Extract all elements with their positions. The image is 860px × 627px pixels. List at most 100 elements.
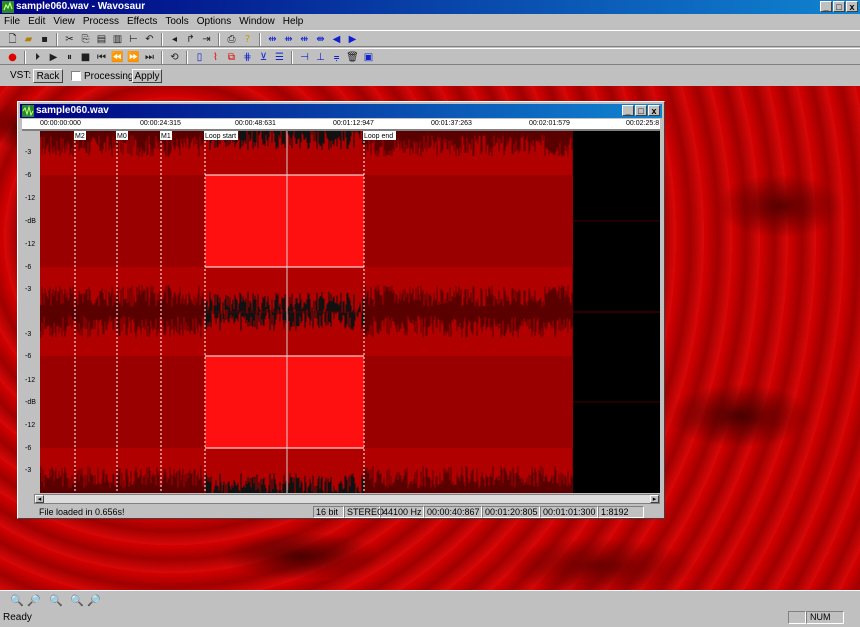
menu-process[interactable]: Process bbox=[79, 14, 123, 29]
ruler-label: 00:00:48:631 bbox=[235, 120, 276, 127]
record-icon[interactable]: ● bbox=[6, 51, 19, 64]
resample-icon[interactable]: ⊻ bbox=[257, 51, 270, 64]
edit-toolbar: 🗋 ▰ ▪ ✂ ⎘ ▤ ▥ ⊢ ↶ ◂ ↱ ⇥ ⎙ ? ⇹ ⇻ ⇺ ⇼ ◀ ▶ bbox=[0, 30, 860, 47]
print-icon[interactable]: ⎙ bbox=[225, 33, 238, 46]
bit-depth: 16 bit bbox=[313, 506, 344, 518]
undo-icon[interactable]: ↶ bbox=[143, 33, 156, 46]
num-lock-indicator: NUM bbox=[806, 611, 844, 624]
vst-icon[interactable]: ▣ bbox=[362, 51, 375, 64]
document-title-bar: sample060.wav _ □ x bbox=[20, 104, 662, 118]
delete-icon[interactable]: 🗑 bbox=[346, 51, 359, 64]
wave-document-window: sample060.wav _ □ x 00:00:00:000 00:00:2… bbox=[17, 101, 665, 519]
ruler-label: 00:02:01:579 bbox=[529, 120, 570, 127]
ruler-label: 00:00:00:000 bbox=[40, 120, 81, 127]
back-icon[interactable]: ◀ bbox=[330, 33, 343, 46]
doc-maximize-button[interactable]: □ bbox=[635, 105, 647, 116]
horizontal-scrollbar[interactable]: ◂ ▸ bbox=[34, 494, 660, 504]
loop-play-icon[interactable]: ⟲ bbox=[168, 51, 181, 64]
zoom-all-icon[interactable]: 🔍 bbox=[49, 594, 63, 607]
selection-start: 00:00:40:867 bbox=[424, 506, 482, 518]
crossfade-icon[interactable]: ⧉ bbox=[225, 51, 238, 64]
db-label: -dB bbox=[25, 218, 36, 225]
copy-icon[interactable]: ⎘ bbox=[79, 33, 92, 46]
zero-cross-icon[interactable]: ⩦ bbox=[330, 51, 343, 64]
menu-options[interactable]: Options bbox=[193, 14, 235, 29]
cut-icon[interactable]: ✂ bbox=[63, 33, 76, 46]
restore-button[interactable]: □ bbox=[833, 1, 845, 12]
vst-bar: VST: Rack Processing Apply bbox=[0, 67, 860, 85]
separator bbox=[291, 50, 293, 64]
paste-special-icon[interactable]: ▥ bbox=[111, 33, 124, 46]
zoom-vertical-icon[interactable]: 🔎 bbox=[87, 594, 101, 607]
fade-icon[interactable]: ⇼ bbox=[314, 33, 327, 46]
separator bbox=[218, 32, 220, 46]
separator bbox=[161, 32, 163, 46]
stop-icon[interactable]: ■ bbox=[79, 51, 92, 64]
db-label: -6 bbox=[25, 264, 32, 271]
split-icon[interactable]: ⇻ bbox=[282, 33, 295, 46]
time-ruler[interactable]: 00:00:00:000 00:00:24:315 00:00:48:631 0… bbox=[22, 119, 660, 129]
open-icon[interactable]: ▰ bbox=[22, 33, 35, 46]
db-label: -12 bbox=[25, 195, 36, 202]
menu-effects[interactable]: Effects bbox=[123, 14, 161, 29]
scroll-right-arrow-icon[interactable]: ▸ bbox=[650, 495, 659, 503]
loop-icon[interactable]: ⇥ bbox=[200, 33, 213, 46]
doc-minimize-button[interactable]: _ bbox=[622, 105, 634, 116]
new-icon[interactable]: 🗋 bbox=[6, 33, 19, 46]
menu-edit[interactable]: Edit bbox=[24, 14, 49, 29]
forward-icon[interactable]: ▶ bbox=[346, 33, 359, 46]
rewind-icon[interactable]: ⏪ bbox=[111, 51, 124, 64]
normalize-icon[interactable]: ◂ bbox=[168, 33, 181, 46]
rack-button[interactable]: Rack bbox=[33, 69, 63, 83]
silence-icon[interactable]: ☰ bbox=[273, 51, 286, 64]
waveform-canvas[interactable]: M2 M0 M1 Loop start Loop end bbox=[39, 128, 660, 495]
spectrum-icon[interactable]: ⋕ bbox=[241, 51, 254, 64]
join-icon[interactable]: ⇺ bbox=[298, 33, 311, 46]
scroll-left-arrow-icon[interactable]: ◂ bbox=[35, 495, 44, 503]
menu-view[interactable]: View bbox=[49, 14, 79, 29]
play-from-start-icon[interactable]: ⏵ bbox=[31, 51, 44, 64]
zoom-selection-icon[interactable]: 🔍 bbox=[70, 594, 84, 607]
loop-end-label: Loop end bbox=[364, 133, 393, 140]
save-icon[interactable]: ▪ bbox=[38, 33, 51, 46]
cursor-start-icon[interactable]: ⊣ bbox=[298, 51, 311, 64]
zoom-in-icon[interactable]: 🔍 bbox=[10, 594, 24, 607]
separator bbox=[259, 32, 261, 46]
close-button[interactable]: x bbox=[846, 1, 858, 12]
waveform-plot[interactable]: M2 M0 M1 Loop start Loop end bbox=[39, 128, 660, 495]
processing-checkbox[interactable] bbox=[71, 71, 81, 81]
marker-m2-label: M2 bbox=[75, 133, 85, 140]
fast-forward-icon[interactable]: ⏩ bbox=[127, 51, 140, 64]
db-label: -12 bbox=[25, 377, 36, 384]
trim-icon[interactable]: ⊢ bbox=[127, 33, 140, 46]
wave-file-icon bbox=[22, 105, 34, 117]
transport-toolbar: ● ⏵ ▶ ⏸ ■ ⏮ ⏪ ⏩ ⏭ ⟲ ▯ ⌇ ⧉ ⋕ ⊻ ☰ ⊣ ⊥ ⩦ 🗑 … bbox=[0, 48, 860, 65]
marker-m0-label: M0 bbox=[117, 133, 127, 140]
marker-icon[interactable]: ⇹ bbox=[266, 33, 279, 46]
paste-icon[interactable]: ▤ bbox=[95, 33, 108, 46]
pause-icon[interactable]: ⏸ bbox=[63, 51, 76, 64]
next-icon[interactable]: ⏭ bbox=[143, 51, 156, 64]
envelope-icon[interactable]: ⌇ bbox=[209, 51, 222, 64]
cursor-end-icon[interactable]: ⊥ bbox=[314, 51, 327, 64]
redo-icon[interactable]: ↱ bbox=[184, 33, 197, 46]
prev-icon[interactable]: ⏮ bbox=[95, 51, 108, 64]
minimize-button[interactable]: _ bbox=[820, 1, 832, 12]
help-icon[interactable]: ? bbox=[241, 33, 254, 46]
menu-file[interactable]: File bbox=[0, 14, 24, 29]
play-icon[interactable]: ▶ bbox=[47, 51, 60, 64]
db-label: -3 bbox=[25, 467, 32, 474]
select-all-icon[interactable]: ▯ bbox=[193, 51, 206, 64]
menu-window[interactable]: Window bbox=[235, 14, 279, 29]
db-label: -6 bbox=[25, 445, 32, 452]
doc-close-button[interactable]: x bbox=[648, 105, 660, 116]
sample-rate: 44100 Hz bbox=[380, 506, 424, 518]
processing-label: Processing bbox=[84, 71, 134, 82]
waveform-core-selected bbox=[205, 175, 364, 267]
menu-help[interactable]: Help bbox=[279, 14, 308, 29]
apply-button[interactable]: Apply bbox=[132, 69, 162, 83]
menu-tools[interactable]: Tools bbox=[161, 14, 192, 29]
document-title: sample060.wav bbox=[36, 105, 109, 116]
status-bar: Ready NUM bbox=[0, 609, 860, 627]
zoom-out-icon[interactable]: 🔎 bbox=[27, 594, 41, 607]
